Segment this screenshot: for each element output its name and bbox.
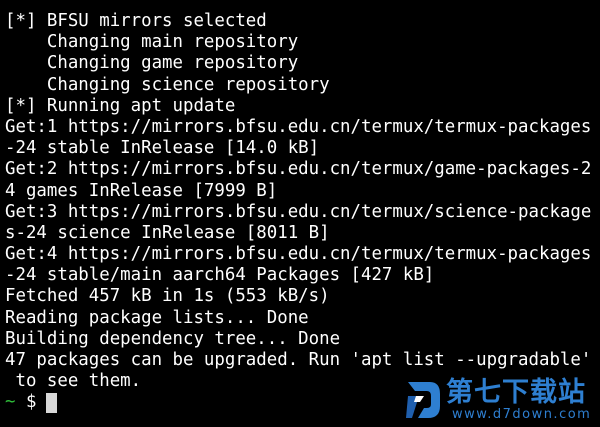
terminal-output-line: Get:2 https://mirrors.bfsu.edu.cn/termux…	[5, 159, 592, 180]
watermark-title: 第七下载站	[446, 377, 586, 408]
terminal-output-line: Changing game repository	[5, 53, 299, 74]
terminal-output-line: Changing science repository	[5, 74, 330, 95]
terminal-output-line: Changing main repository	[5, 32, 299, 53]
terminal-output-line: Building dependency tree... Done	[5, 328, 341, 349]
terminal-output-line: s-24 science InRelease [8011 B]	[5, 222, 330, 243]
site-watermark: 第七下载站 www.d7down.com	[404, 378, 591, 422]
terminal-output-line: 4 games InRelease [7999 B]	[5, 180, 278, 201]
terminal-output-line: 47 packages can be upgraded. Run 'apt li…	[5, 350, 592, 370]
watermark-url: www.d7down.com	[452, 407, 592, 422]
text-cursor[interactable]	[46, 392, 58, 413]
d7-logo-icon	[406, 382, 440, 418]
terminal-output-line: Fetched 457 kB in 1s (553 kB/s)	[5, 286, 330, 307]
prompt-directory: ~	[5, 392, 16, 413]
terminal-output-line: Get:3 https://mirrors.bfsu.edu.cn/termux…	[5, 201, 592, 222]
terminal-output-line: Get:4 https://mirrors.bfsu.edu.cn/termux…	[5, 244, 592, 265]
terminal-output-line: [*] BFSU mirrors selected	[5, 11, 267, 31]
terminal-window[interactable]: [*] BFSU mirrors selected Changing main …	[0, 0, 600, 427]
prompt-symbol: $	[25, 392, 37, 413]
terminal-output-line: Get:1 https://mirrors.bfsu.edu.cn/termux…	[5, 116, 592, 137]
terminal-output-line: Reading package lists... Done	[5, 307, 309, 328]
terminal-output-line: -24 stable InRelease [14.0 kB]	[5, 138, 320, 159]
terminal-output-line: [*] Running apt update	[5, 95, 236, 116]
terminal-output-line: -24 stable/main aarch64 Packages [427 kB…	[5, 265, 435, 286]
